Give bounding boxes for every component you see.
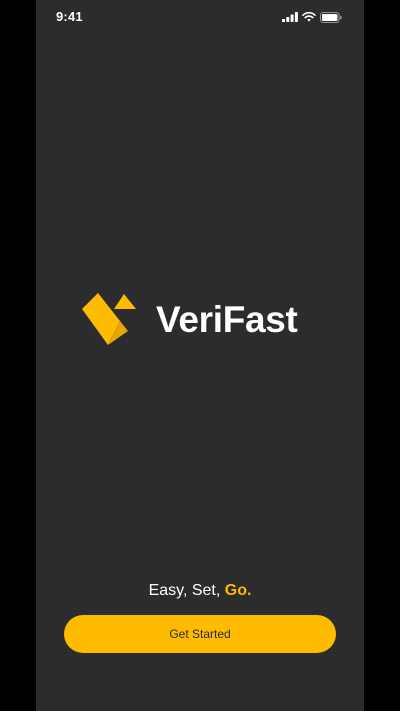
status-time: 9:41 <box>56 9 83 24</box>
battery-icon <box>320 11 342 23</box>
wifi-icon <box>302 12 316 22</box>
get-started-button[interactable]: Get Started <box>64 615 336 653</box>
app-screen: 9:41 VeriFast Easy, Set, Go. Get Started <box>36 0 364 711</box>
verifast-logo-icon <box>82 291 138 347</box>
tagline-text: Easy, Set, <box>148 582 225 599</box>
brand-name: VeriFast <box>156 298 298 340</box>
cellular-signal-icon <box>282 12 298 22</box>
tagline-accent: Go. <box>224 582 252 599</box>
status-icons <box>282 11 342 23</box>
status-bar: 9:41 <box>36 0 364 34</box>
tagline: Easy, Set, Go. <box>36 582 364 600</box>
brand-logo: VeriFast <box>82 291 318 347</box>
